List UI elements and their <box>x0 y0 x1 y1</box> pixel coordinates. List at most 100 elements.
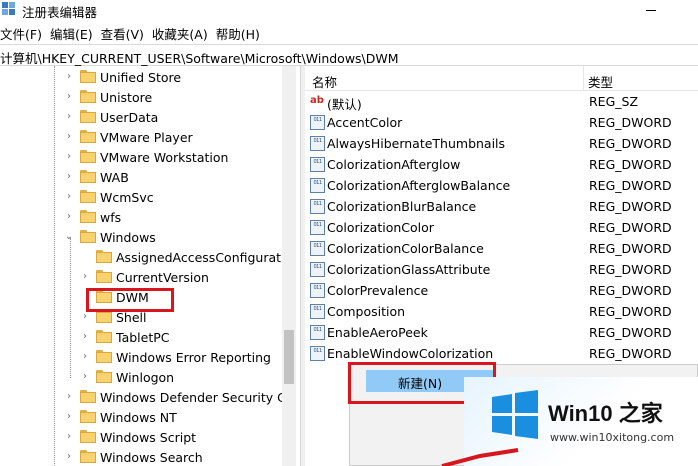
tree-item-vmware-workstation[interactable]: › VMware Workstation <box>0 148 296 168</box>
string-value-icon <box>310 94 325 109</box>
folder-icon <box>80 110 96 123</box>
window-title: 注册表编辑器 <box>22 5 98 20</box>
binary-value-icon <box>310 283 325 298</box>
menu-file[interactable]: 文件(F) <box>0 24 48 43</box>
tree-item-windows-nt[interactable]: › Windows NT <box>0 408 296 428</box>
tree-scrollbar[interactable] <box>282 66 296 466</box>
value-row[interactable]: ColorizationBlurBalance REG_DWORD <box>305 197 698 218</box>
value-row[interactable]: AlwaysHibernateThumbnails REG_DWORD <box>305 134 698 155</box>
chevron-right-icon[interactable]: › <box>64 392 74 402</box>
watermark-url: www.win10xitong.com <box>550 431 675 444</box>
binary-value-icon <box>310 325 325 340</box>
folder-icon <box>80 190 96 203</box>
value-row[interactable]: ColorizationColor REG_DWORD <box>305 218 698 239</box>
binary-value-icon <box>310 178 325 193</box>
value-row[interactable]: AccentColor REG_DWORD <box>305 113 698 134</box>
menu-help[interactable]: 帮助(H) <box>214 24 266 43</box>
value-row[interactable]: Composition REG_DWORD <box>305 302 698 323</box>
chevron-right-icon[interactable]: › <box>64 432 74 442</box>
title-bar: 注册表编辑器 <box>0 0 698 20</box>
value-row[interactable]: ColorPrevalence REG_DWORD <box>305 281 698 302</box>
tree-scrollbar-thumb[interactable] <box>284 330 294 384</box>
folder-icon <box>96 370 112 383</box>
folder-icon <box>96 250 112 263</box>
value-row[interactable]: ColorizationGlassAttribute REG_DWORD <box>305 260 698 281</box>
chevron-right-icon[interactable]: › <box>64 152 74 162</box>
folder-icon <box>96 330 112 343</box>
tree-item-unified-store[interactable]: › Unified Store <box>0 68 296 88</box>
folder-icon <box>80 130 96 143</box>
tree-item-winlogon[interactable]: › Winlogon <box>0 368 296 388</box>
tree-item-wfs[interactable]: › wfs <box>0 208 296 228</box>
chevron-right-icon[interactable]: › <box>64 192 74 202</box>
tree-item-vmware-player[interactable]: › VMware Player <box>0 128 296 148</box>
chevron-right-icon[interactable]: › <box>80 312 90 322</box>
binary-value-icon <box>310 241 325 256</box>
tree-item-wcmsvc[interactable]: › WcmSvc <box>0 188 296 208</box>
folder-icon <box>96 350 112 363</box>
tree-item-windows-defender-security[interactable]: › Windows Defender Security Ce <box>0 388 296 408</box>
binary-value-icon <box>310 115 325 130</box>
menu-bar: 文件(F) 编辑(E) 查看(V) 收藏夹(A) 帮助(H) <box>0 22 698 44</box>
value-row[interactable]: (默认) REG_SZ <box>305 92 698 113</box>
chevron-right-icon[interactable]: › <box>80 372 90 382</box>
tree-item-windows[interactable]: ⌄ Windows <box>0 228 296 248</box>
value-row[interactable]: ColorizationAfterglow REG_DWORD <box>305 155 698 176</box>
tree-item-userdata[interactable]: › UserData <box>0 108 296 128</box>
annotation-arrow-stroke <box>441 448 519 466</box>
value-row[interactable]: ColorizationColorBalance REG_DWORD <box>305 239 698 260</box>
folder-icon <box>80 90 96 103</box>
chevron-right-icon[interactable]: › <box>80 332 90 342</box>
binary-value-icon <box>310 304 325 319</box>
binary-value-icon <box>310 262 325 277</box>
folder-icon <box>80 150 96 163</box>
menu-favorites[interactable]: 收藏夹(A) <box>150 24 214 43</box>
watermark-title: Win10 之家 <box>548 401 663 426</box>
folder-icon <box>80 170 96 183</box>
key-tree: › Unified Store › Unistore › UserData › … <box>0 66 296 466</box>
tree-item-windows-error-reporting[interactable]: › Windows Error Reporting <box>0 348 296 368</box>
value-row[interactable]: EnableAeroPeek REG_DWORD <box>305 323 698 344</box>
chevron-right-icon[interactable]: › <box>64 172 74 182</box>
folder-icon <box>80 430 96 443</box>
folder-open-icon <box>80 230 96 243</box>
chevron-right-icon[interactable]: › <box>64 92 74 102</box>
chevron-down-icon[interactable]: ⌄ <box>64 232 74 242</box>
menu-view[interactable]: 查看(V) <box>99 24 150 43</box>
tree-item-currentversion[interactable]: › CurrentVersion <box>0 268 296 288</box>
chevron-right-icon[interactable]: › <box>64 412 74 422</box>
binary-value-icon <box>310 346 325 361</box>
address-bar[interactable]: 计算机\HKEY_CURRENT_USER\Software\Microsoft… <box>0 44 698 66</box>
folder-icon <box>80 210 96 223</box>
menu-edit[interactable]: 编辑(E) <box>48 24 99 43</box>
binary-value-icon <box>310 199 325 214</box>
tree-item-windows-search[interactable]: › Windows Search <box>0 448 296 466</box>
chevron-right-icon[interactable]: › <box>64 132 74 142</box>
registry-editor-icon <box>2 2 15 15</box>
binary-value-icon <box>310 136 325 151</box>
column-divider[interactable] <box>583 66 584 90</box>
folder-icon <box>80 450 96 463</box>
tree-item-unistore[interactable]: › Unistore <box>0 88 296 108</box>
tree-item-wab[interactable]: › WAB <box>0 168 296 188</box>
values-list-header: 名称 类型 <box>305 66 698 91</box>
chevron-right-icon[interactable]: › <box>80 352 90 362</box>
binary-value-icon <box>310 157 325 172</box>
chevron-right-icon[interactable]: › <box>64 112 74 122</box>
minimize-button[interactable] <box>628 0 668 20</box>
column-type-header[interactable]: 类型 <box>588 72 613 91</box>
chevron-right-icon[interactable]: › <box>64 452 74 462</box>
column-name-header[interactable]: 名称 <box>312 72 337 91</box>
folder-icon <box>80 390 96 403</box>
tree-item-assignedaccessconfiguration[interactable]: AssignedAccessConfiguratio <box>0 248 296 268</box>
tree-item-tabletpc[interactable]: › TabletPC <box>0 328 296 348</box>
chevron-right-icon[interactable]: › <box>64 212 74 222</box>
folder-icon <box>80 410 96 423</box>
chevron-right-icon[interactable]: › <box>64 72 74 82</box>
value-row[interactable]: ColorizationAfterglowBalance REG_DWORD <box>305 176 698 197</box>
dwm-highlight-box <box>86 288 174 312</box>
windows-logo-icon <box>492 390 538 439</box>
folder-icon <box>96 270 112 283</box>
tree-item-windows-script[interactable]: › Windows Script <box>0 428 296 448</box>
chevron-right-icon[interactable]: › <box>80 272 90 282</box>
